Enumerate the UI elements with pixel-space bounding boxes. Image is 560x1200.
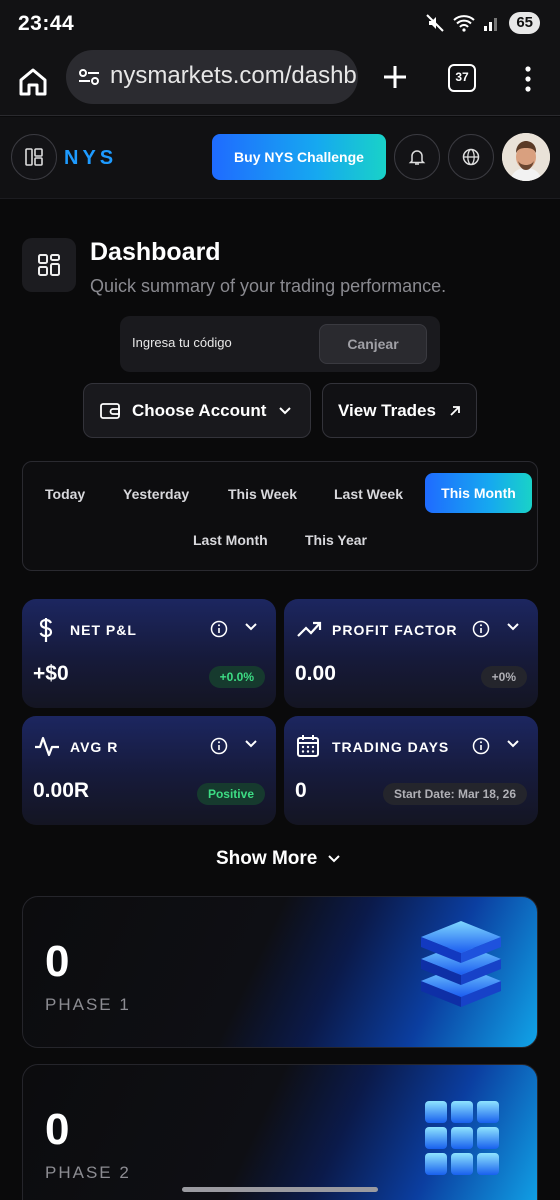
stat-value: +$0 (33, 662, 69, 685)
stat-badge: +0% (480, 666, 527, 688)
chevron-down-icon[interactable] (244, 739, 258, 749)
browser-toolbar: nysmarkets.com/dashb 37 (0, 50, 560, 116)
stat-value: 0 (295, 779, 307, 802)
tab-last-week[interactable]: Last Week (334, 486, 403, 502)
status-bar: 23:44 65 (0, 0, 560, 50)
tab-today[interactable]: Today (45, 486, 85, 502)
phase-count: 0 (45, 1105, 70, 1154)
phase-label: PHASE 1 (45, 995, 131, 1014)
gesture-home-indicator[interactable] (182, 1187, 378, 1192)
phase-card-1[interactable]: 0 PHASE 1 (22, 896, 538, 1048)
stat-card-trading-days[interactable]: TRADING DAYS 0 Start Date: Mar 18, 26 (284, 716, 538, 825)
sidebar-icon (25, 148, 43, 166)
promo-code-input[interactable]: Ingresa tu código (132, 335, 232, 350)
tab-yesterday[interactable]: Yesterday (123, 486, 189, 502)
new-tab-icon[interactable] (380, 62, 410, 92)
chevron-down-icon[interactable] (506, 739, 520, 749)
clock: 23:44 (18, 12, 75, 35)
show-more-button[interactable]: Show More (216, 848, 341, 870)
chevron-down-icon[interactable] (244, 622, 258, 632)
stat-card-net-pnl[interactable]: NET P&L +$0 +0.0% (22, 599, 276, 708)
calendar-icon (297, 735, 319, 757)
view-trades-label: View Trades (338, 400, 436, 420)
phase-card-2[interactable]: 0 PHASE 2 (22, 1064, 538, 1200)
brand-logo[interactable]: NYS (64, 147, 117, 170)
url-text: nysmarkets.com/dashb (110, 62, 357, 89)
language-button[interactable] (448, 134, 494, 180)
bell-icon (408, 150, 426, 165)
phase-count: 0 (45, 937, 70, 986)
buy-challenge-button[interactable]: Buy NYS Challenge (212, 134, 386, 180)
stat-value: 0.00R (33, 779, 90, 802)
pulse-icon (35, 736, 59, 757)
stat-label: NET P&L (70, 622, 137, 638)
info-icon[interactable] (472, 737, 490, 755)
tab-this-month[interactable]: This Month (425, 473, 532, 513)
info-icon[interactable] (210, 737, 228, 755)
app-header: NYS Buy NYS Challenge (0, 117, 560, 199)
page-subtitle: Quick summary of your trading performanc… (90, 276, 447, 296)
view-trades-button[interactable]: View Trades (322, 383, 477, 438)
stat-label: AVG R (70, 739, 119, 755)
globe-icon (462, 148, 480, 166)
stacked-layers-icon (421, 921, 501, 1007)
stat-value: 0.00 (295, 662, 336, 685)
dashboard-grid-icon (38, 254, 60, 276)
chevron-down-icon (328, 855, 341, 863)
home-icon[interactable] (16, 65, 50, 99)
tab-this-year[interactable]: This Year (305, 532, 367, 548)
wifi-icon (453, 15, 475, 32)
avatar-image (502, 133, 550, 181)
choose-account-label: Choose Account (132, 400, 267, 420)
stat-badge: Positive (196, 783, 265, 805)
site-settings-icon[interactable] (78, 66, 100, 88)
stat-card-avg-r[interactable]: AVG R 0.00R Positive (22, 716, 276, 825)
stat-card-profit-factor[interactable]: PROFIT FACTOR 0.00 +0% (284, 599, 538, 708)
cube-grid-icon (425, 1101, 499, 1175)
choose-account-dropdown[interactable]: Choose Account (83, 383, 311, 438)
stat-label: PROFIT FACTOR (332, 622, 458, 638)
stat-badge: +0.0% (208, 666, 265, 688)
dashboard-icon-box (22, 238, 76, 292)
phase-label: PHASE 2 (45, 1163, 131, 1182)
more-menu-icon[interactable] (518, 64, 538, 94)
promo-code-box: Ingresa tu código Canjear (120, 316, 440, 372)
info-icon[interactable] (210, 620, 228, 638)
arrow-up-right-icon (450, 405, 460, 416)
tab-last-month[interactable]: Last Month (193, 532, 268, 548)
tab-this-week[interactable]: This Week (228, 486, 297, 502)
stat-label: TRADING DAYS (332, 739, 450, 755)
user-avatar[interactable] (502, 133, 550, 181)
status-icons: 65 (425, 12, 540, 34)
page-title: Dashboard (90, 238, 221, 266)
mute-icon (426, 14, 445, 32)
battery-indicator: 65 (509, 12, 540, 34)
trending-up-icon (297, 621, 322, 637)
show-more-label: Show More (216, 848, 318, 869)
chevron-down-icon[interactable] (506, 622, 520, 632)
signal-icon (484, 18, 498, 31)
dollar-icon (39, 618, 53, 642)
redeem-button[interactable]: Canjear (319, 324, 427, 364)
address-bar[interactable]: nysmarkets.com/dashb (66, 50, 358, 104)
wallet-icon (100, 402, 120, 419)
info-icon[interactable] (472, 620, 490, 638)
chevron-down-icon (279, 406, 292, 414)
notifications-button[interactable] (394, 134, 440, 180)
tab-switcher-button[interactable]: 37 (448, 64, 476, 92)
sidebar-toggle-button[interactable] (11, 134, 57, 180)
stat-badge: Start Date: Mar 18, 26 (382, 783, 527, 805)
period-filter: Today Yesterday This Week Last Week This… (22, 461, 538, 571)
